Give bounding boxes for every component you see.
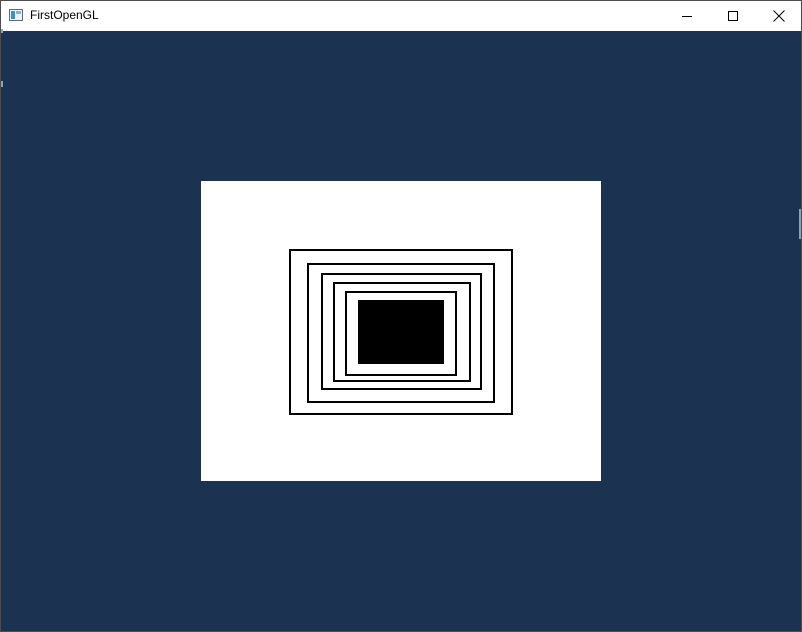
close-button[interactable]: [756, 1, 801, 31]
app-window: FirstOpenGL: [0, 0, 802, 632]
left-edge-mark: [1, 29, 3, 33]
minimize-icon: [682, 16, 692, 17]
app-window-icon: [9, 9, 23, 21]
window-title: FirstOpenGL: [30, 8, 99, 22]
filled-center-rectangle: [358, 300, 444, 364]
left-edge-mark: [1, 81, 3, 87]
title-bar[interactable]: FirstOpenGL: [1, 1, 801, 31]
render-viewport: [201, 181, 601, 481]
nested-rectangles-drawing: [289, 249, 513, 415]
minimize-button[interactable]: [664, 1, 710, 31]
right-edge-mark: [799, 209, 801, 239]
maximize-icon: [728, 11, 738, 21]
opengl-client-area[interactable]: [1, 29, 801, 631]
maximize-button[interactable]: [710, 1, 756, 31]
close-icon: [773, 10, 785, 22]
